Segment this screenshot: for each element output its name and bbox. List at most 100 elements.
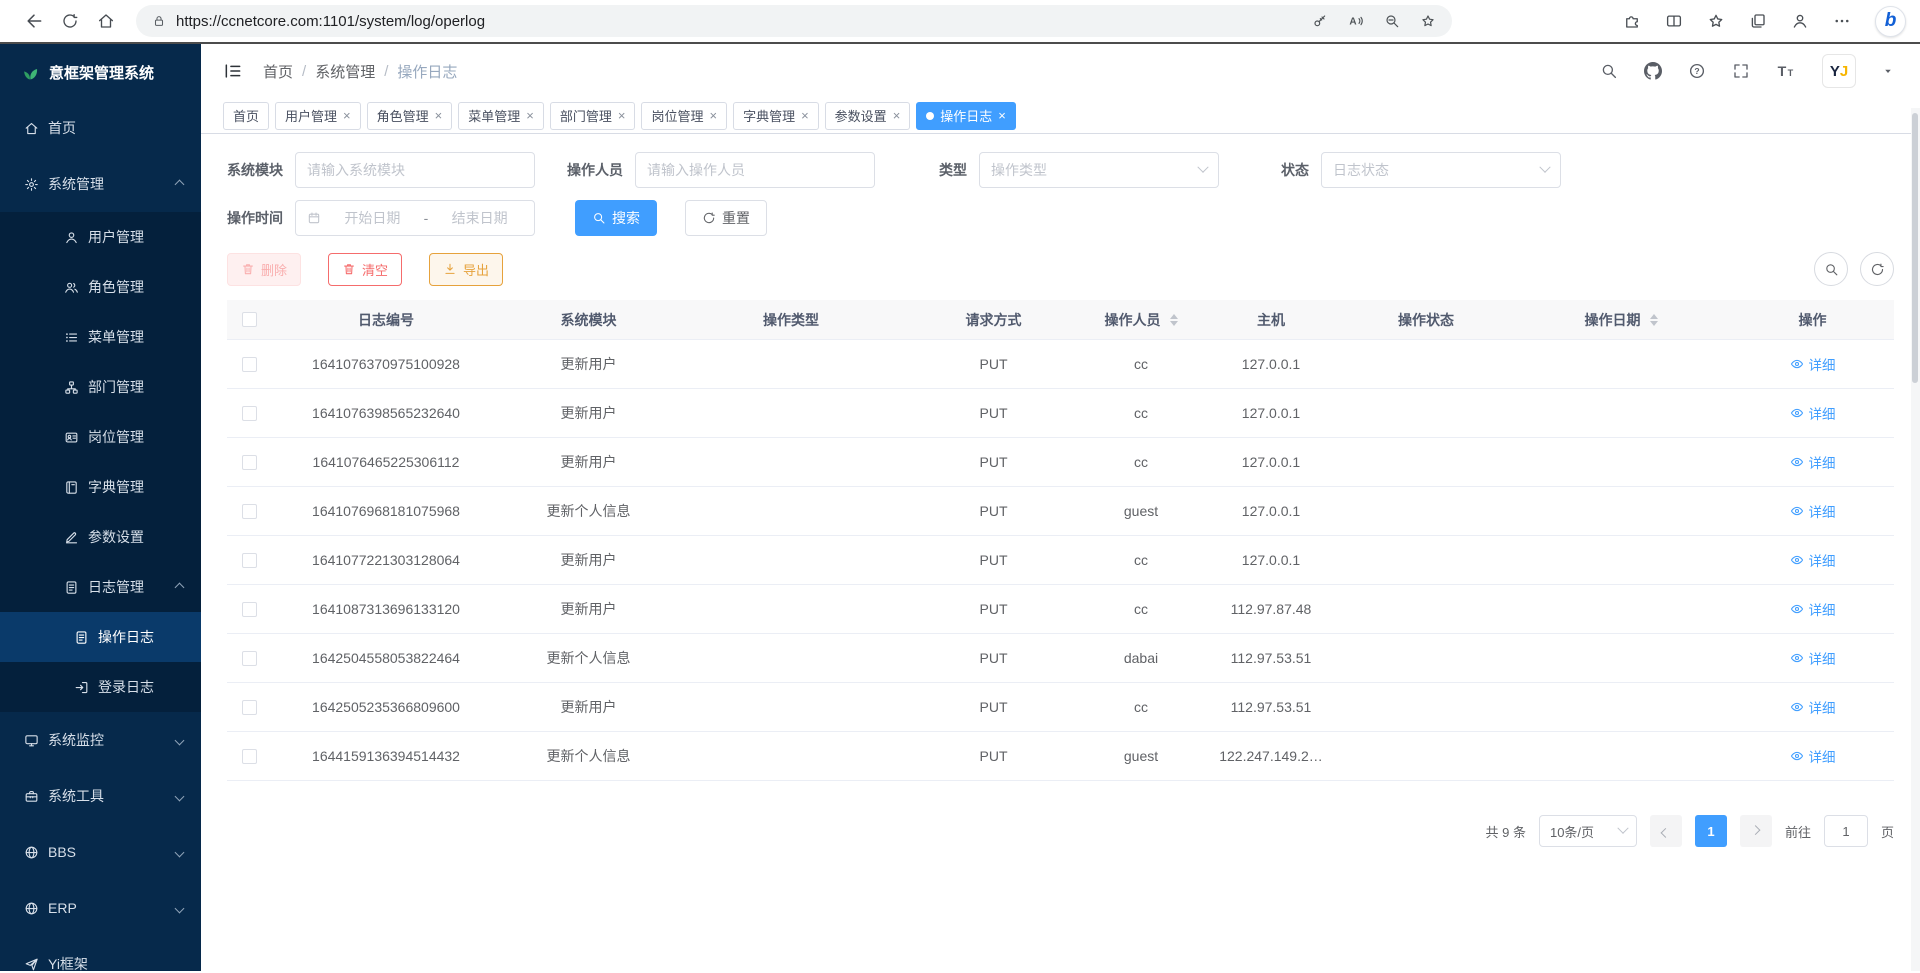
detail-link[interactable]: 详细 [1790,648,1836,668]
tab-post-mgmt[interactable]: 岗位管理× [641,102,727,130]
sidebar-item-yi-framework[interactable]: Yi框架 [0,936,201,971]
detail-link[interactable]: 详细 [1790,354,1836,374]
sidebar-item-bbs[interactable]: BBS [0,824,201,880]
close-icon[interactable]: × [435,108,443,123]
close-icon[interactable]: × [709,108,717,123]
tab-home[interactable]: 首页 [223,102,269,130]
prev-page-button[interactable] [1650,815,1682,847]
row-checkbox[interactable] [242,357,257,372]
tab-dept-mgmt[interactable]: 部门管理× [550,102,636,130]
split-screen-icon[interactable] [1665,12,1683,30]
page-scrollbar[interactable] [1911,108,1920,971]
sidebar-item-menu-mgmt[interactable]: 菜单管理 [0,312,201,362]
row-checkbox[interactable] [242,700,257,715]
settings-more-icon[interactable] [1833,12,1851,30]
sidebar-item-erp[interactable]: ERP [0,880,201,936]
operator-input[interactable] [647,162,863,178]
app-logo[interactable]: 意框架管理系统 [0,44,201,100]
breadcrumb-home[interactable]: 首页 [263,61,293,82]
extensions-icon[interactable] [1623,12,1641,30]
tab-role-mgmt[interactable]: 角色管理× [367,102,453,130]
sort-icon[interactable] [1650,314,1658,326]
copilot-bing-icon[interactable]: b [1875,6,1906,37]
add-favorites-star-icon[interactable] [1420,13,1436,29]
sidebar-item-log-mgmt[interactable]: 日志管理 [0,562,201,612]
sidebar-item-oper-log[interactable]: 操作日志 [0,612,201,662]
show-search-toggle-button[interactable] [1814,252,1848,286]
tab-param-settings[interactable]: 参数设置× [825,102,911,130]
row-checkbox[interactable] [242,602,257,617]
tab-user-mgmt[interactable]: 用户管理× [275,102,361,130]
collections-icon[interactable] [1749,12,1767,30]
col-operator[interactable]: 操作人员 [1081,310,1201,330]
detail-link[interactable]: 详细 [1790,403,1836,423]
close-icon[interactable]: × [618,108,626,123]
address-bar[interactable]: https://ccnetcore.com:1101/system/log/op… [136,5,1452,37]
delete-button[interactable]: 删除 [227,253,301,286]
password-key-icon[interactable] [1312,13,1328,29]
detail-link[interactable]: 详细 [1790,697,1836,717]
back-button[interactable] [16,4,52,38]
row-checkbox[interactable] [242,455,257,470]
date-range-picker[interactable]: 开始日期 - 结束日期 [295,200,535,236]
favorites-icon[interactable] [1707,12,1725,30]
goto-page-input[interactable] [1824,815,1868,847]
refresh-button[interactable] [52,4,88,38]
sidebar-item-dict-mgmt[interactable]: 字典管理 [0,462,201,512]
read-aloud-icon[interactable] [1348,13,1364,29]
close-icon[interactable]: × [526,108,534,123]
refresh-table-button[interactable] [1860,252,1894,286]
sidebar-item-system-mgmt[interactable]: 系统管理 [0,156,201,212]
row-checkbox[interactable] [242,749,257,764]
tab-oper-log[interactable]: 操作日志× [916,102,1016,130]
sidebar-item-user-mgmt[interactable]: 用户管理 [0,212,201,262]
breadcrumb-system-mgmt[interactable]: 系统管理 [315,61,375,82]
font-size-icon[interactable] [1776,61,1796,81]
page-size-select[interactable]: 10条/页 [1539,815,1637,847]
fullscreen-icon[interactable] [1732,62,1750,80]
help-question-icon[interactable] [1688,62,1706,80]
detail-link[interactable]: 详细 [1790,599,1836,619]
tab-dict-mgmt[interactable]: 字典管理× [733,102,819,130]
detail-link[interactable]: 详细 [1790,550,1836,570]
avatar-caret-down-icon[interactable] [1882,65,1894,77]
search-icon[interactable] [1600,62,1618,80]
next-page-button[interactable] [1740,815,1772,847]
status-select[interactable]: 日志状态 [1321,152,1561,188]
row-checkbox[interactable] [242,406,257,421]
select-all-checkbox[interactable] [242,312,257,327]
page-number-button[interactable]: 1 [1695,815,1727,847]
detail-link[interactable]: 详细 [1790,452,1836,472]
close-icon[interactable]: × [343,108,351,123]
close-icon[interactable]: × [801,108,809,123]
row-checkbox[interactable] [242,651,257,666]
sidebar-item-login-log[interactable]: 登录日志 [0,662,201,712]
export-button[interactable]: 导出 [429,253,503,286]
row-checkbox[interactable] [242,504,257,519]
sidebar-toggle-icon[interactable] [223,61,243,81]
clear-button[interactable]: 清空 [328,253,402,286]
zoom-out-icon[interactable] [1384,13,1400,29]
close-icon[interactable]: × [998,108,1006,123]
reset-button[interactable]: 重置 [685,200,767,236]
module-input[interactable] [307,162,523,178]
sidebar-item-dept-mgmt[interactable]: 部门管理 [0,362,201,412]
close-icon[interactable]: × [893,108,901,123]
detail-link[interactable]: 详细 [1790,501,1836,521]
type-select[interactable]: 操作类型 [979,152,1219,188]
sidebar-item-post-mgmt[interactable]: 岗位管理 [0,412,201,462]
sidebar-item-param-settings[interactable]: 参数设置 [0,512,201,562]
tab-menu-mgmt[interactable]: 菜单管理× [458,102,544,130]
github-icon[interactable] [1644,62,1662,80]
sidebar-item-sys-tools[interactable]: 系统工具 [0,768,201,824]
sidebar-item-role-mgmt[interactable]: 角色管理 [0,262,201,312]
sidebar-item-home[interactable]: 首页 [0,100,201,156]
scrollbar-thumb[interactable] [1912,113,1918,383]
detail-link[interactable]: 详细 [1790,746,1836,766]
col-date[interactable]: 操作日期 [1511,310,1731,330]
search-button[interactable]: 搜索 [575,200,657,236]
home-button[interactable] [88,4,124,38]
row-checkbox[interactable] [242,553,257,568]
user-avatar[interactable]: YJ [1822,54,1856,88]
sidebar-item-sys-monitor[interactable]: 系统监控 [0,712,201,768]
